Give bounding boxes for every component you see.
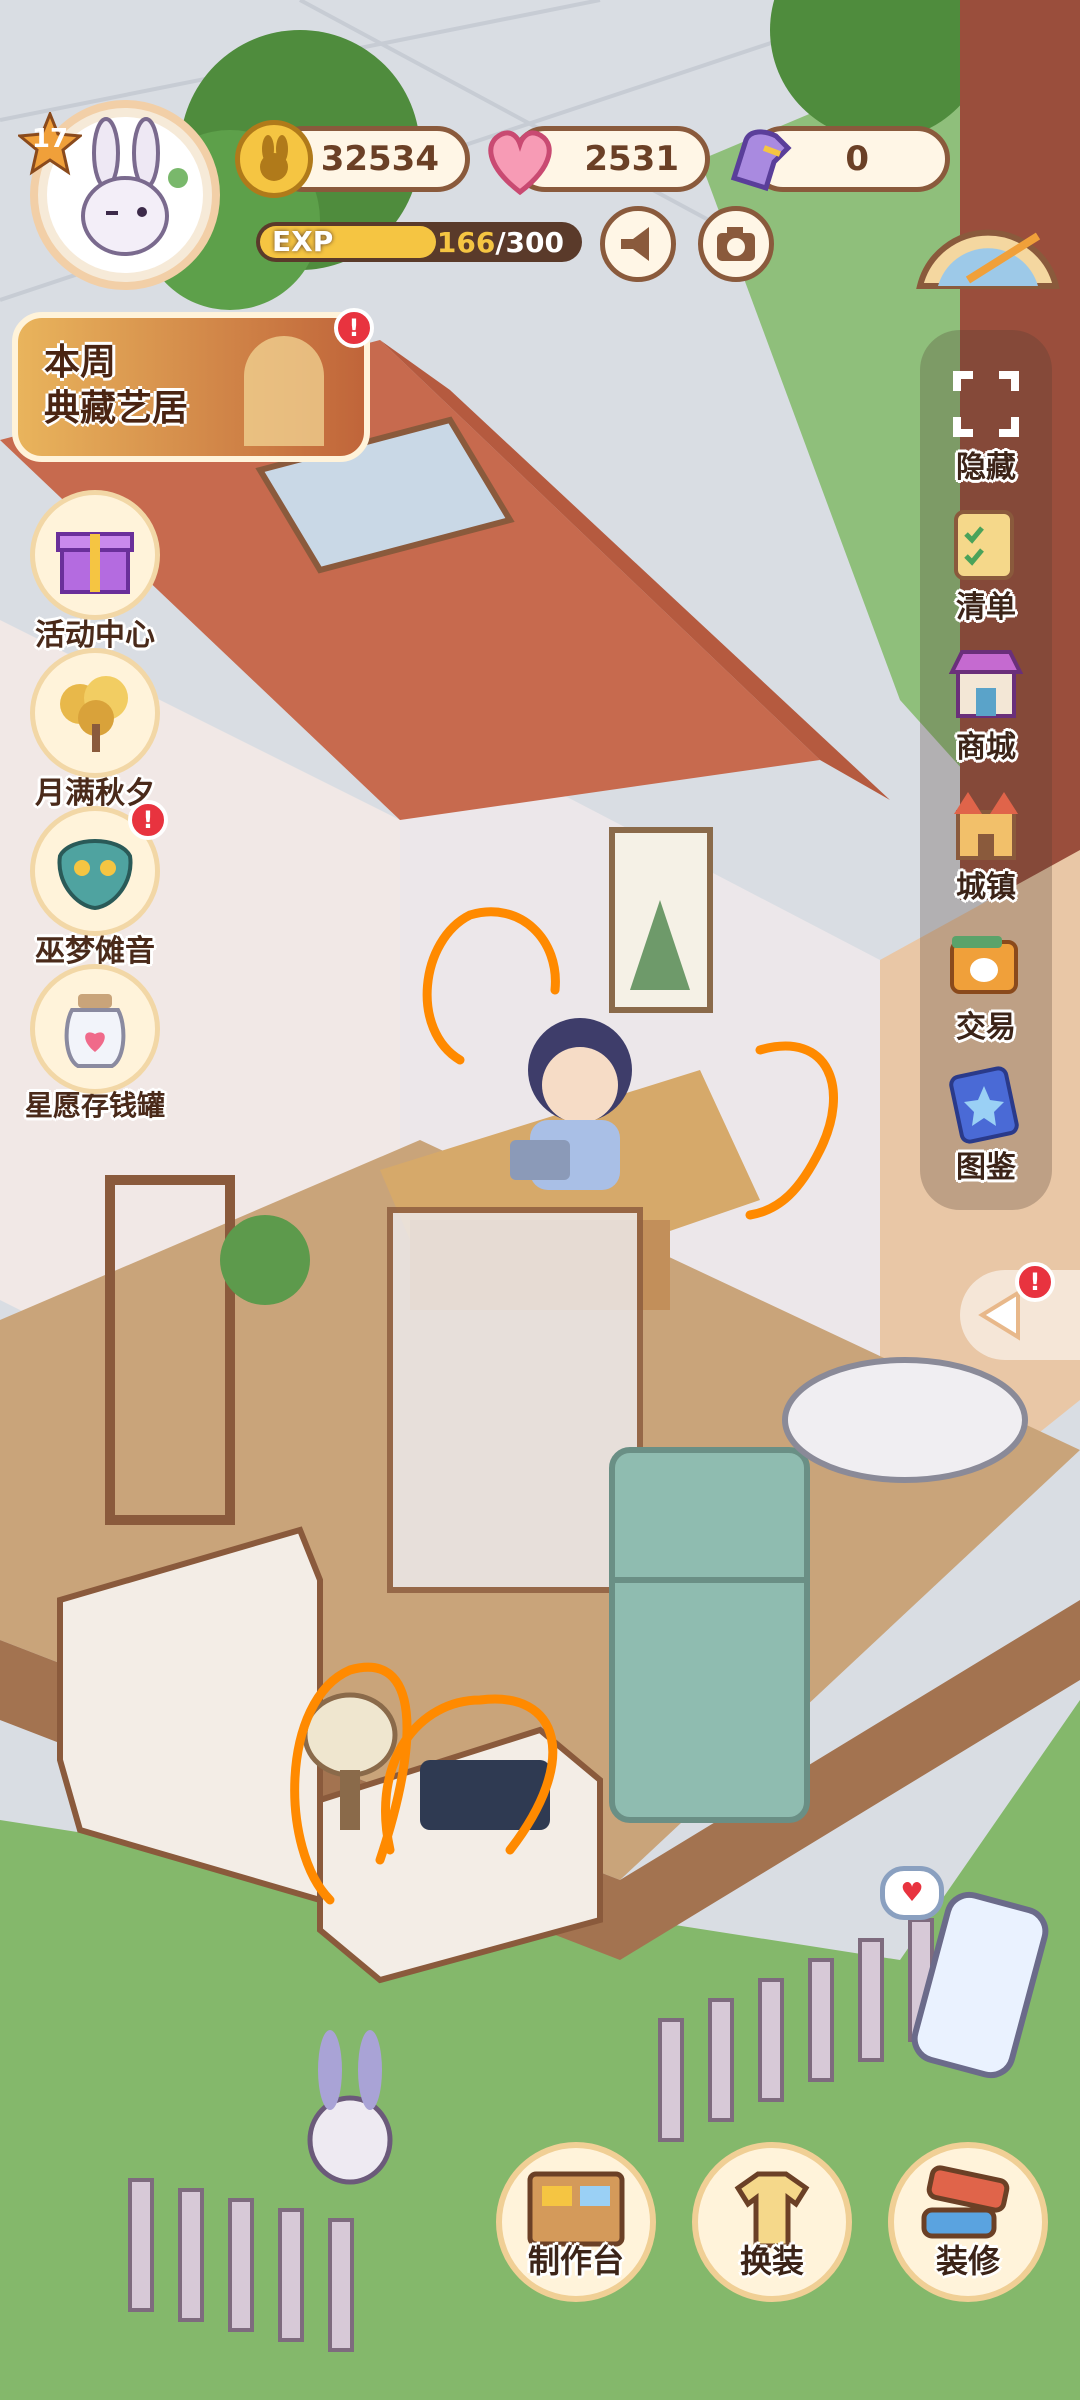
menu-label: 商城 (956, 730, 1016, 765)
gift-box-icon (56, 532, 134, 594)
coin-icon (235, 120, 313, 198)
witch-dream-alert-icon: ! (128, 800, 168, 840)
energy-value: 0 (845, 139, 869, 179)
exp-text: 166/300 (437, 226, 564, 259)
wallet-icon (950, 936, 1018, 994)
menu-trade[interactable]: 交易 (920, 920, 1052, 1046)
menu-label: 隐藏 (956, 450, 1016, 485)
menu-shop[interactable]: 商城 (920, 640, 1052, 766)
menu-label: 图鉴 (956, 1150, 1016, 1185)
menu-codex[interactable]: 图鉴 (920, 1060, 1052, 1186)
heart-gem-icon (478, 118, 556, 196)
exp-bar: EXP 166/300 (256, 222, 582, 262)
menu-label: 交易 (956, 1010, 1016, 1045)
megaphone-icon (621, 227, 649, 261)
coin-value: 32534 (320, 139, 439, 179)
banner-line2: 典藏艺居 (44, 388, 189, 429)
exp-label: EXP (272, 225, 334, 258)
level-badge: 17 (16, 109, 84, 176)
menu-wish-jar[interactable]: 星愿存钱罐 (10, 964, 180, 1124)
collapse-tab-alert-icon: ! (1015, 1262, 1055, 1302)
checklist-icon (954, 510, 1014, 580)
banner-archway-icon (244, 336, 324, 446)
menu-moon-autumn[interactable]: 月满秋夕 (10, 648, 180, 812)
menu-label: 制作台 (527, 2242, 624, 2280)
menu-hide[interactable]: 隐藏 (920, 360, 1052, 486)
banner-alert-icon: ! (334, 308, 374, 348)
fan-icon (916, 229, 1060, 289)
announcement-button[interactable] (600, 206, 676, 282)
exp-current: 166 (436, 226, 496, 259)
day-night-fan-button[interactable] (908, 196, 1068, 296)
castle-icon (954, 792, 1018, 860)
camera-icon (717, 227, 755, 261)
store-icon (948, 650, 1024, 718)
osmanthus-tree-icon (60, 676, 128, 752)
menu-label: 装修 (935, 2242, 1000, 2280)
workbench-button[interactable]: 制作台 (496, 2142, 656, 2302)
heart-value: 2531 (584, 139, 679, 179)
phone-button[interactable] (915, 1890, 1045, 2090)
menu-town[interactable]: 城镇 (920, 780, 1052, 906)
glove-icon (718, 118, 796, 196)
menu-activity-center[interactable]: 活动中心 (10, 490, 180, 654)
weekly-collection-banner[interactable]: 本周 典藏艺居 (12, 312, 370, 462)
expand-frame-icon (953, 371, 1019, 437)
star-book-icon (949, 1066, 1019, 1144)
banner-line1: 本周 (44, 342, 117, 383)
level-value: 17 (31, 124, 69, 154)
exp-max: /300 (495, 226, 564, 259)
decorate-button[interactable]: 装修 (888, 2142, 1048, 2302)
jar-icon (64, 994, 126, 1068)
camera-button[interactable] (698, 206, 774, 282)
menu-label: 城镇 (956, 870, 1016, 905)
menu-label: 清单 (956, 590, 1016, 625)
outfit-button[interactable]: 换装 (692, 2142, 852, 2302)
menu-label: 换装 (739, 2242, 804, 2280)
menu-list[interactable]: 清单 (920, 500, 1052, 626)
mask-icon (57, 839, 133, 911)
